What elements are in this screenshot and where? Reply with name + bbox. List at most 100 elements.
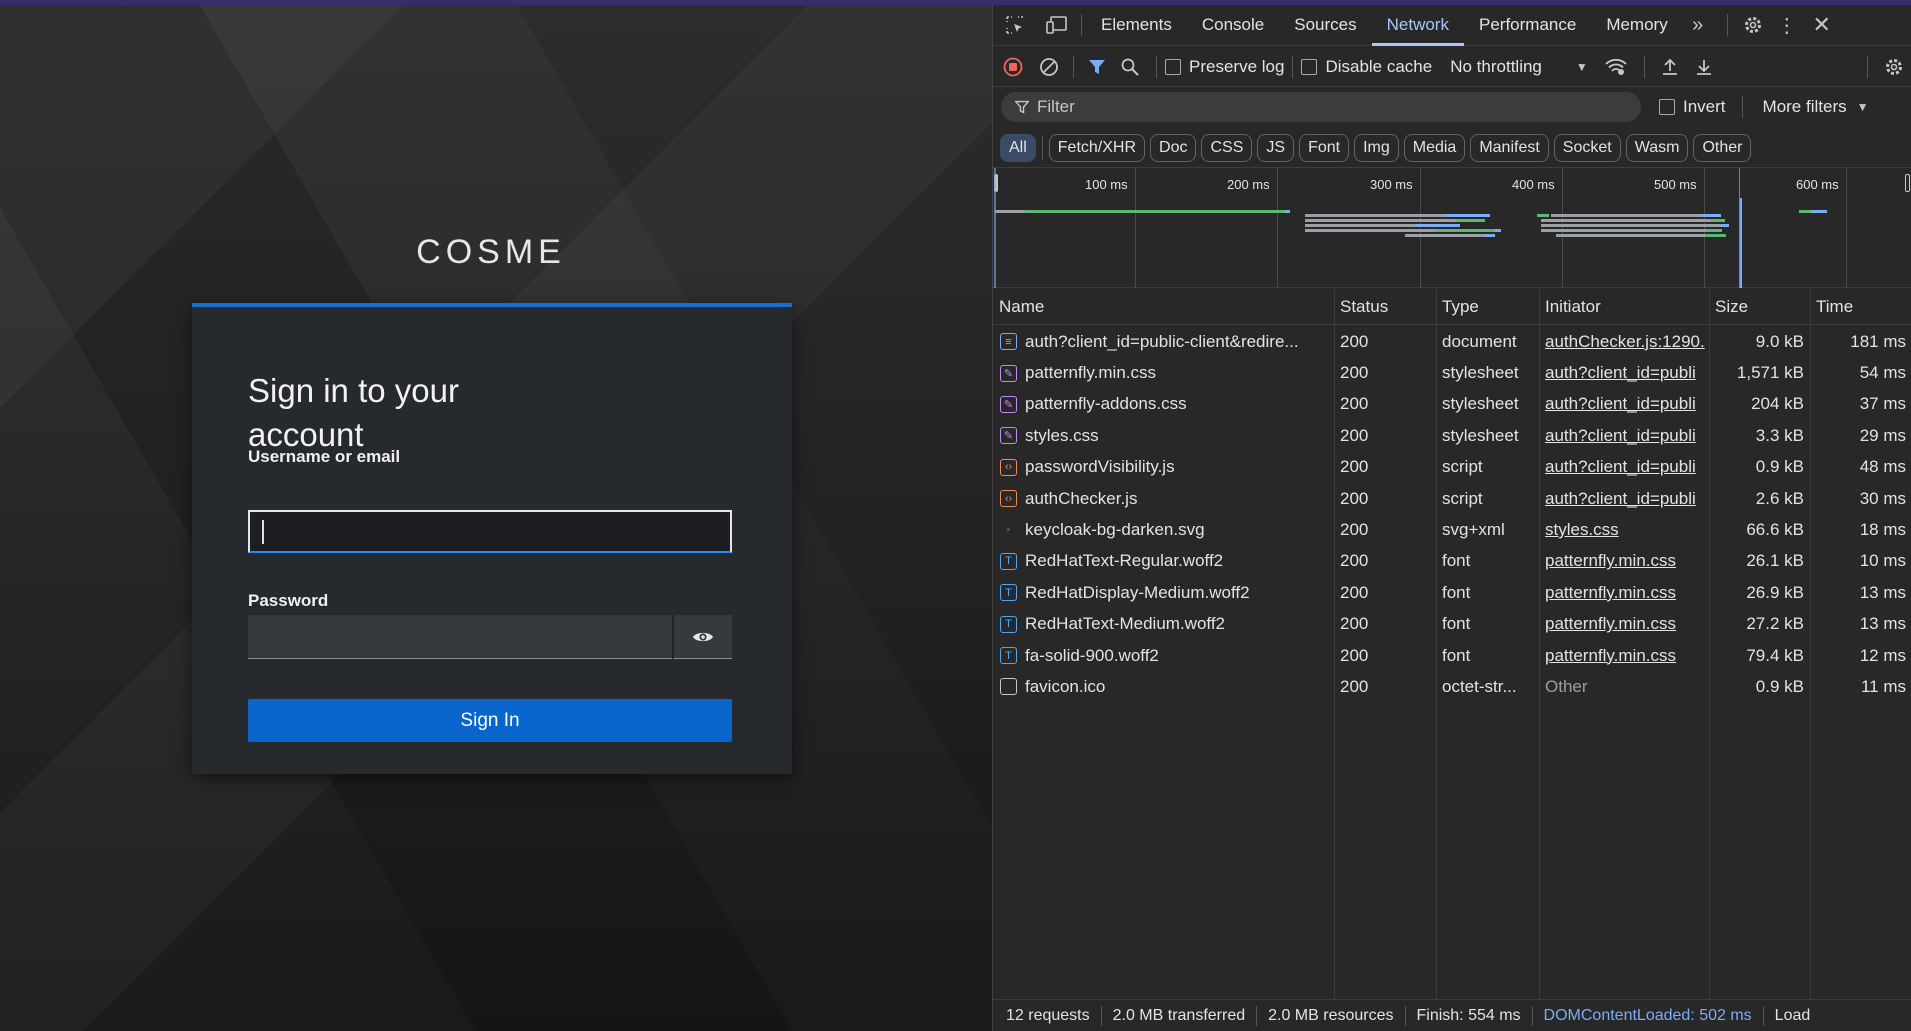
settings-gear-icon[interactable] <box>1736 5 1770 46</box>
request-size: 9.0 kB <box>1755 331 1804 351</box>
preserve-log-checkbox[interactable] <box>1165 58 1181 75</box>
request-row[interactable]: favicon.ico 200 octet-str... Other 0.9 k… <box>993 671 1911 702</box>
type-filter-other[interactable]: Other <box>1693 133 1752 162</box>
request-row[interactable]: ✎ patternfly.min.css 200 stylesheet auth… <box>993 357 1911 388</box>
more-filters-dropdown[interactable]: More filters ▼ <box>1763 97 1869 117</box>
request-row[interactable]: ✎ patternfly-addons.css 200 stylesheet a… <box>993 389 1911 420</box>
request-initiator[interactable]: patternfly.min.css <box>1539 640 1709 671</box>
request-initiator[interactable]: auth?client_id=publi <box>1539 483 1709 514</box>
status-divider <box>1531 1005 1533 1026</box>
request-initiator[interactable]: patternfly.min.css <box>1539 577 1709 608</box>
request-name-cell[interactable]: ‹› passwordVisibility.js <box>993 452 1334 483</box>
type-filter-img[interactable]: Img <box>1354 133 1399 162</box>
request-initiator[interactable]: patternfly.min.css <box>1539 546 1709 577</box>
tab-elements[interactable]: Elements <box>1086 5 1187 46</box>
request-name-cell[interactable]: favicon.ico <box>993 671 1334 702</box>
request-initiator[interactable]: auth?client_id=publi <box>1539 357 1709 388</box>
request-name-cell[interactable]: ✎ patternfly.min.css <box>993 357 1334 388</box>
type-filter-socket[interactable]: Socket <box>1553 133 1621 162</box>
export-har-download-icon[interactable] <box>1687 47 1721 87</box>
waterfall-bar <box>1415 224 1460 227</box>
request-row[interactable]: T RedHatText-Medium.woff2 200 font patte… <box>993 609 1911 640</box>
request-initiator[interactable]: auth?client_id=publi <box>1539 420 1709 451</box>
disable-cache-checkbox[interactable] <box>1301 58 1318 75</box>
request-name-cell[interactable]: T RedHatDisplay-Medium.woff2 <box>993 577 1334 608</box>
column-header-name[interactable]: Name <box>993 289 1334 324</box>
column-header-type[interactable]: Type <box>1436 289 1539 324</box>
waterfall-bar <box>1556 234 1706 237</box>
request-row[interactable]: ≡ auth?client_id=public-client&redire...… <box>993 326 1911 357</box>
show-password-button[interactable] <box>673 615 732 659</box>
more-options-kebab-icon[interactable]: ⋮ <box>1770 5 1804 46</box>
request-size: 26.1 kB <box>1746 551 1804 571</box>
filter-funnel-icon[interactable] <box>1082 47 1112 87</box>
type-filter-media[interactable]: Media <box>1403 133 1466 162</box>
type-filter-all[interactable]: All <box>1000 133 1036 162</box>
disable-cache-toggle[interactable]: Disable cache <box>1301 57 1432 77</box>
column-header-initiator[interactable]: Initiator <box>1539 289 1709 324</box>
page-title: Sign in to your account <box>248 372 459 453</box>
login-page: COSME Sign in to your account Username o… <box>0 5 992 1031</box>
tab-performance[interactable]: Performance <box>1464 5 1591 46</box>
network-conditions-wifi-icon[interactable] <box>1596 47 1636 87</box>
type-filter-wasm[interactable]: Wasm <box>1625 133 1689 162</box>
throttling-select[interactable]: No throttling ▼ <box>1450 57 1588 77</box>
request-initiator[interactable]: auth?client_id=publi <box>1539 389 1709 420</box>
network-settings-gear-icon[interactable] <box>1876 47 1911 87</box>
type-filter-manifest[interactable]: Manifest <box>1470 133 1549 162</box>
request-initiator[interactable]: styles.css <box>1539 514 1709 545</box>
request-initiator[interactable]: patternfly.min.css <box>1539 609 1709 640</box>
request-name: favicon.ico <box>1025 676 1106 696</box>
tab-sources[interactable]: Sources <box>1279 5 1371 46</box>
invert-toggle[interactable]: Invert <box>1659 97 1726 117</box>
request-initiator[interactable]: authChecker.js:1290. <box>1539 326 1709 357</box>
request-row[interactable]: ‹› authChecker.js 200 script auth?client… <box>993 483 1911 514</box>
type-filter-doc[interactable]: Doc <box>1150 133 1197 162</box>
request-name-cell[interactable]: T RedHatText-Medium.woff2 <box>993 609 1334 640</box>
username-input[interactable] <box>248 510 732 553</box>
request-name-cell[interactable]: ‹› authChecker.js <box>993 483 1334 514</box>
filter-input[interactable]: Filter <box>1001 92 1641 122</box>
password-input[interactable] <box>248 615 672 659</box>
close-devtools-icon[interactable]: ✕ <box>1804 5 1840 46</box>
more-tabs-chevron-icon[interactable]: » <box>1683 5 1713 46</box>
search-icon[interactable] <box>1112 47 1148 87</box>
request-row[interactable]: T RedHatText-Regular.woff2 200 font patt… <box>993 546 1911 577</box>
clear-log-icon[interactable] <box>1033 47 1065 87</box>
column-header-time[interactable]: Time <box>1810 289 1911 324</box>
request-row[interactable]: T fa-solid-900.woff2 200 font patternfly… <box>993 640 1911 671</box>
tab-network[interactable]: Network <box>1371 5 1464 46</box>
type-filter-font[interactable]: Font <box>1299 133 1350 162</box>
request-name: RedHatText-Medium.woff2 <box>1025 614 1225 634</box>
request-initiator[interactable]: auth?client_id=publi <box>1539 452 1709 483</box>
type-filter-css[interactable]: CSS <box>1201 133 1253 162</box>
tab-console[interactable]: Console <box>1187 5 1279 46</box>
device-toolbar-icon[interactable] <box>1037 5 1077 46</box>
request-name-cell[interactable]: ▪ keycloak-bg-darken.svg <box>993 514 1334 545</box>
type-filter-fetch-xhr[interactable]: Fetch/XHR <box>1048 133 1146 162</box>
preserve-log-toggle[interactable]: Preserve log <box>1165 57 1284 77</box>
sign-in-button[interactable]: Sign In <box>248 699 732 742</box>
network-overview-timeline[interactable]: 100 ms 200 ms 300 ms 400 ms 500 ms 600 m… <box>993 168 1911 288</box>
column-header-status[interactable]: Status <box>1334 289 1436 324</box>
inspect-element-icon[interactable] <box>993 5 1037 46</box>
invert-checkbox[interactable] <box>1659 99 1675 115</box>
stylesheet-icon: ✎ <box>1000 364 1017 382</box>
stylesheet-icon: ✎ <box>1000 395 1017 413</box>
import-har-upload-icon[interactable] <box>1653 47 1687 87</box>
request-row[interactable]: ▪ keycloak-bg-darken.svg 200 svg+xml sty… <box>993 514 1911 545</box>
timeline-right-handle[interactable] <box>1905 174 1910 192</box>
stop-recording-icon[interactable] <box>993 47 1033 87</box>
request-row[interactable]: ✎ styles.css 200 stylesheet auth?client_… <box>993 420 1911 451</box>
request-name-cell[interactable]: ✎ patternfly-addons.css <box>993 389 1334 420</box>
request-row[interactable]: ‹› passwordVisibility.js 200 script auth… <box>993 452 1911 483</box>
request-row[interactable]: T RedHatDisplay-Medium.woff2 200 font pa… <box>993 577 1911 608</box>
request-name-cell[interactable]: ✎ styles.css <box>993 420 1334 451</box>
request-name-cell[interactable]: T fa-solid-900.woff2 <box>993 640 1334 671</box>
tab-memory[interactable]: Memory <box>1591 5 1682 46</box>
request-name-cell[interactable]: ≡ auth?client_id=public-client&redire... <box>993 326 1334 357</box>
request-status: 200 <box>1340 425 1369 445</box>
type-filter-js[interactable]: JS <box>1257 133 1295 162</box>
column-header-size[interactable]: Size <box>1709 289 1810 324</box>
request-name-cell[interactable]: T RedHatText-Regular.woff2 <box>993 546 1334 577</box>
